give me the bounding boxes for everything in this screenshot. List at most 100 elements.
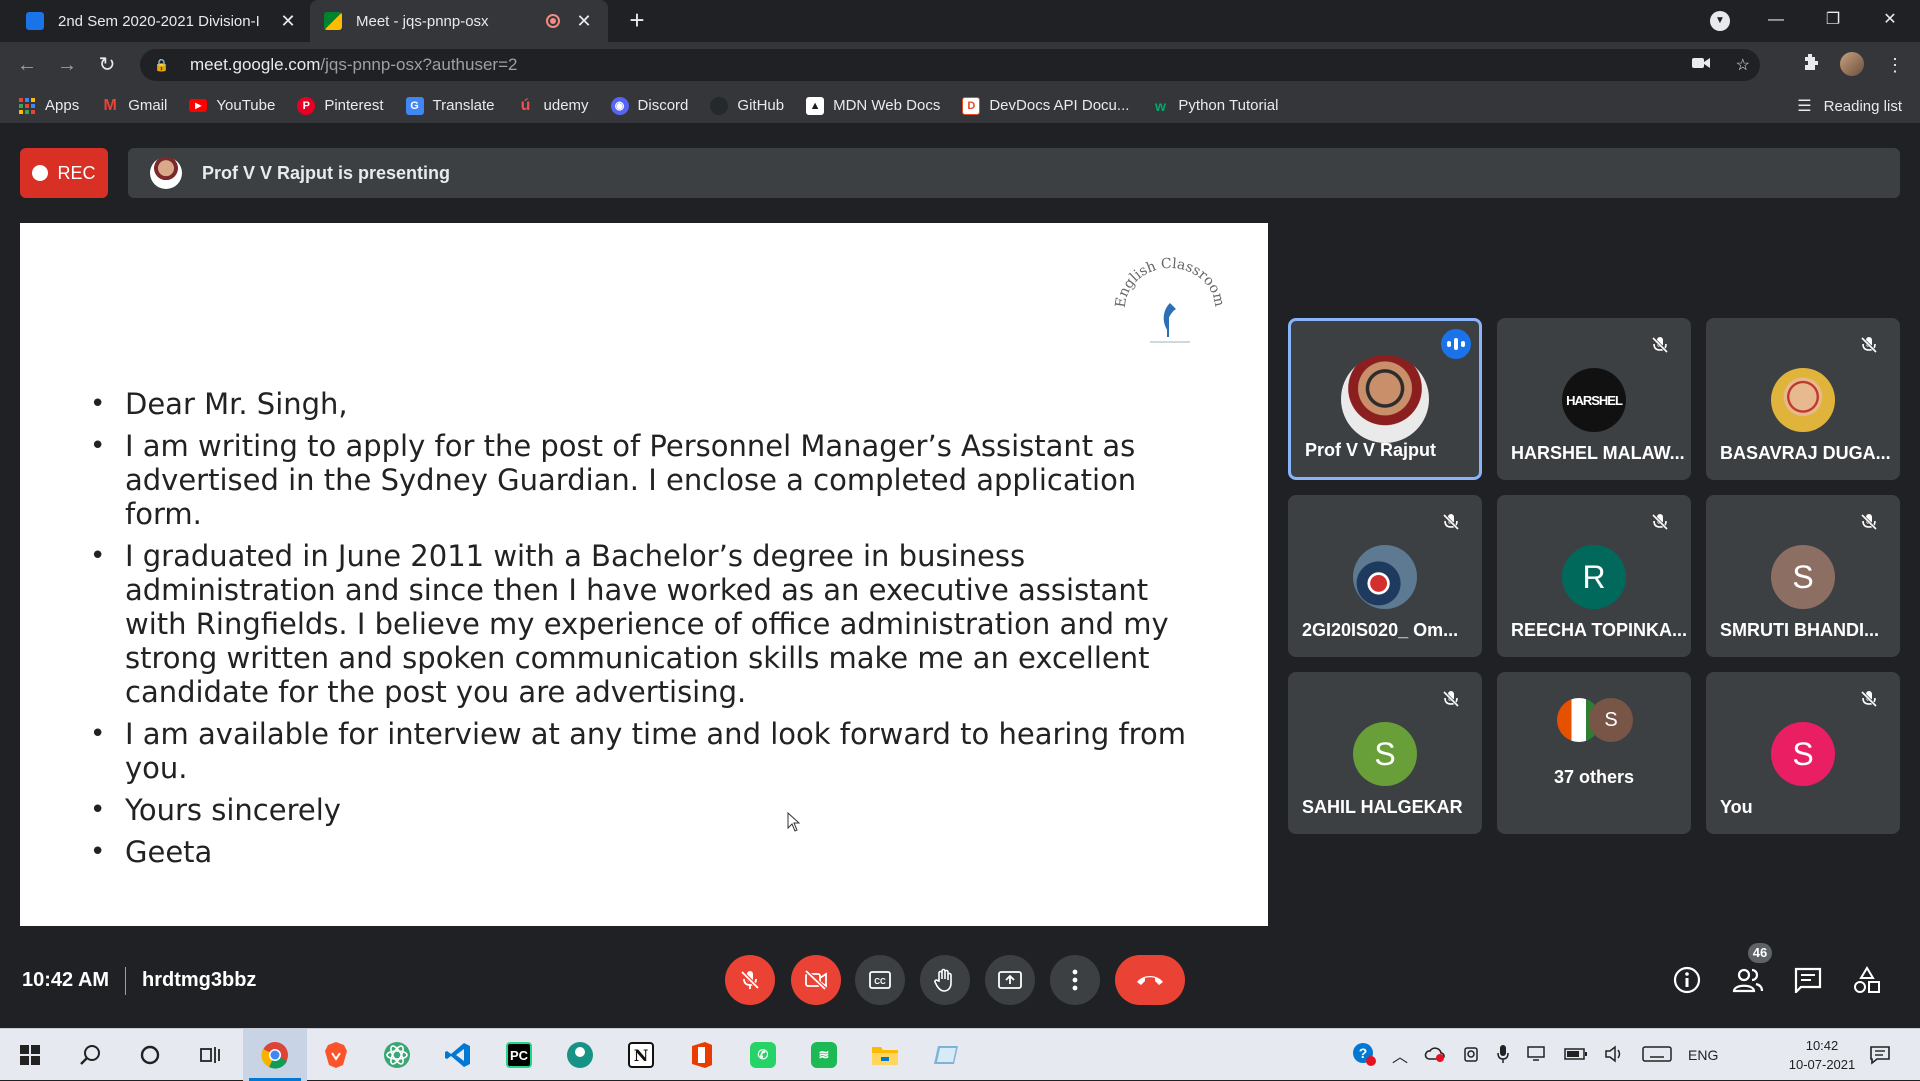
tab-search-icon[interactable]: ▼ — [1710, 11, 1730, 31]
close-tab-icon[interactable]: ✕ — [278, 11, 298, 32]
keyboard-icon[interactable] — [1642, 1045, 1672, 1066]
participants-button[interactable] — [1731, 963, 1765, 997]
reload-button[interactable]: ↻ — [92, 50, 122, 80]
taskbar-vscode[interactable] — [438, 1035, 478, 1075]
browser-menu-icon[interactable]: ⋮ — [1882, 52, 1908, 78]
raise-hand-button[interactable] — [920, 955, 970, 1005]
microphone-tray-icon[interactable] — [1496, 1044, 1510, 1067]
recording-button[interactable]: REC — [20, 148, 108, 198]
extensions-icon[interactable] — [1798, 52, 1824, 78]
bookmark-label: Translate — [432, 97, 495, 114]
tab-classroom[interactable]: 2nd Sem 2020-2021 Division-I ✕ — [12, 0, 312, 42]
meeting-details-button[interactable] — [1670, 963, 1704, 997]
help-icon[interactable]: ? — [1352, 1042, 1376, 1069]
participant-tile[interactable]: HARSHEL HARSHEL MALAW... — [1497, 318, 1691, 480]
new-tab-button[interactable]: + — [622, 6, 652, 36]
notifications-button[interactable] — [1860, 1035, 1900, 1075]
leave-call-button[interactable] — [1115, 955, 1185, 1005]
activities-button[interactable] — [1850, 963, 1884, 997]
w3schools-icon: w — [1154, 97, 1166, 114]
battery-icon[interactable] — [1564, 1047, 1588, 1064]
network-icon[interactable] — [1526, 1045, 1548, 1066]
bookmark-udemy[interactable]: ú udemy — [517, 97, 589, 115]
slide-bullet: Yours sincerely — [90, 793, 1210, 827]
camera-tray-icon[interactable] — [1462, 1045, 1480, 1066]
mic-off-icon — [1647, 509, 1673, 535]
taskbar-pycharm[interactable]: PC — [499, 1035, 539, 1075]
people-icon — [1732, 968, 1764, 993]
bookmark-star-icon[interactable]: ☆ — [1736, 55, 1750, 75]
bookmark-discord[interactable]: ◉ Discord — [610, 96, 688, 115]
taskbar-office[interactable] — [682, 1035, 722, 1075]
reading-list-button[interactable]: ☰ Reading list — [1797, 88, 1902, 124]
participant-tile[interactable]: S SAHIL HALGEKAR — [1288, 672, 1482, 834]
self-tile[interactable]: S You — [1706, 672, 1900, 834]
bookmark-label: YouTube — [216, 97, 276, 114]
lock-icon[interactable]: 🔒 — [154, 58, 169, 72]
participant-tile[interactable]: R REECHA TOPINKA... — [1497, 495, 1691, 657]
present-now-button[interactable] — [985, 955, 1035, 1005]
speaking-indicator-icon — [1441, 329, 1471, 359]
task-view-button[interactable] — [190, 1035, 230, 1075]
address-bar[interactable]: 🔒 meet.google.com/jqs-pnnp-osx?authuser=… — [140, 49, 1760, 81]
system-clock[interactable]: 10:42 10-07-2021 — [1772, 1036, 1872, 1074]
bookmark-apps[interactable]: Apps — [18, 97, 79, 115]
whatsapp-icon: ✆ — [750, 1042, 776, 1068]
bookmark-devdocs[interactable]: D DevDocs API Docu... — [962, 96, 1129, 115]
bookmark-mdn[interactable]: ▲ MDN Web Docs — [806, 96, 940, 115]
taskbar-atom[interactable] — [377, 1035, 417, 1075]
minimize-button[interactable]: — — [1748, 0, 1804, 40]
bookmark-github[interactable]: GitHub — [710, 96, 784, 115]
avatar — [1353, 545, 1417, 609]
bookmark-translate[interactable]: G Translate — [405, 96, 495, 115]
back-button[interactable]: ← — [12, 50, 42, 80]
participant-tile[interactable]: S SMRUTI BHANDI... — [1706, 495, 1900, 657]
mic-off-icon — [740, 970, 760, 990]
restore-button[interactable]: ❐ — [1805, 0, 1861, 40]
taskbar-app[interactable] — [926, 1035, 966, 1075]
others-tile[interactable]: S 37 others — [1497, 672, 1691, 834]
discord-icon: ◉ — [610, 96, 629, 115]
taskbar-whatsapp[interactable]: ✆ — [743, 1035, 783, 1075]
close-window-button[interactable]: ✕ — [1862, 0, 1918, 40]
participant-tile[interactable]: Prof V V Rajput — [1288, 318, 1482, 480]
svg-text:?: ? — [1359, 1045, 1368, 1061]
tab-meet[interactable]: Meet - jqs-pnnp-osx ✕ — [310, 0, 608, 42]
more-options-button[interactable] — [1050, 955, 1100, 1005]
start-button[interactable] — [10, 1035, 50, 1075]
bookmark-label: udemy — [543, 97, 589, 114]
volume-icon[interactable] — [1604, 1044, 1626, 1066]
chevron-up-icon[interactable]: ︿ — [1392, 1043, 1408, 1067]
meeting-controls-bar: 10:42 AM hrdtmg3bbz CC 46 — [0, 943, 1920, 1025]
camera-in-use-icon[interactable] — [1691, 56, 1710, 75]
bookmark-gmail[interactable]: M Gmail — [101, 97, 168, 115]
camera-toggle-button[interactable] — [791, 955, 841, 1005]
bookmark-python-tutorial[interactable]: w Python Tutorial — [1151, 97, 1279, 115]
presenting-banner[interactable]: Prof V V Rajput is presenting — [128, 148, 1900, 198]
shared-screen[interactable]: English Classroom Dear Mr. Singh, I am w… — [20, 223, 1268, 926]
brave-icon — [325, 1042, 347, 1068]
taskbar-file-explorer[interactable] — [865, 1035, 905, 1075]
taskbar-brave[interactable] — [316, 1035, 356, 1075]
cloud-error-icon[interactable] — [1424, 1045, 1446, 1066]
bookmark-pinterest[interactable]: P Pinterest — [297, 96, 384, 115]
participant-tile[interactable]: 2GI20IS020_ Om... — [1288, 495, 1482, 657]
bookmark-youtube[interactable]: ▶ YouTube — [189, 97, 275, 114]
participant-tile[interactable]: BASAVRAJ DUGA... — [1706, 318, 1900, 480]
chat-button[interactable] — [1791, 963, 1825, 997]
taskbar-gitkraken[interactable] — [560, 1035, 600, 1075]
cortana-button[interactable] — [130, 1035, 170, 1075]
close-tab-icon[interactable]: ✕ — [574, 11, 594, 32]
captions-button[interactable]: CC — [855, 955, 905, 1005]
search-button[interactable] — [70, 1035, 110, 1075]
forward-button[interactable]: → — [52, 50, 82, 80]
taskbar-spotify[interactable]: ≋ — [804, 1035, 844, 1075]
browser-toolbar: ← → ↻ 🔒 meet.google.com/jqs-pnnp-osx?aut… — [0, 42, 1920, 88]
udemy-icon: ú — [520, 96, 531, 114]
taskbar-notion[interactable]: N — [621, 1035, 661, 1075]
language-indicator[interactable]: ENG — [1688, 1047, 1718, 1063]
microphone-toggle-button[interactable] — [725, 955, 775, 1005]
mdn-icon: ▲ — [806, 96, 825, 115]
taskbar-chrome[interactable] — [249, 1035, 301, 1081]
profile-avatar[interactable] — [1840, 52, 1866, 78]
